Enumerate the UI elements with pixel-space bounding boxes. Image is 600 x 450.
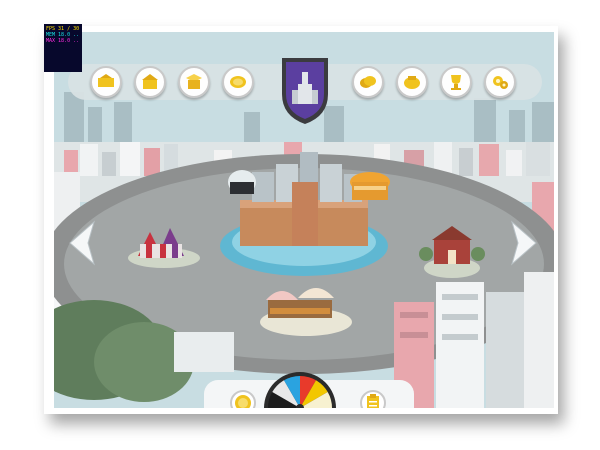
collection-icon [186,74,202,89]
rewards-button[interactable] [396,66,428,98]
city-crest-button[interactable] [278,54,332,126]
spin-wheel-icon [268,376,332,408]
coins-icon [360,76,376,88]
settings-gears-button[interactable] [484,66,516,98]
nav-left-button[interactable] [68,220,96,266]
spin-wheel-button[interactable] [264,372,336,408]
nav-right-button[interactable] [510,220,538,266]
coin-exchange-button[interactable] [222,66,254,98]
bank-button[interactable] [134,66,166,98]
city-crest-icon [282,58,328,124]
game-scene [54,32,554,408]
coin-icon [235,395,251,408]
arrow-right-icon [511,220,537,266]
arrow-left-icon [69,220,95,266]
fps-debug-overlay: FPS 31 / 30 MEM 18.0 ... MAX 18.0 ... [44,24,82,72]
settings-gears-icon [493,76,508,89]
trade-button[interactable] [90,66,122,98]
max-line: MAX 18.0 ... [46,38,80,44]
bank-icon [142,74,158,89]
collection-button[interactable] [178,66,210,98]
quests-clipboard-icon [367,394,379,408]
rewards-icon [404,76,420,89]
coin-exchange-icon [230,76,246,88]
quests-button[interactable] [360,390,386,408]
trophy-icon [451,75,461,90]
theater-building[interactable] [350,172,390,200]
coin-button[interactable] [230,390,256,408]
coins-button[interactable] [352,66,384,98]
observatory-dome[interactable] [228,170,256,194]
trophy-button[interactable] [440,66,472,98]
trade-icon [98,74,114,87]
